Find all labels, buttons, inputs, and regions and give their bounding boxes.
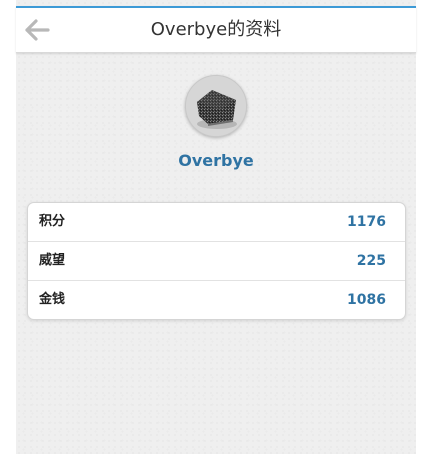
profile-page: Overbye的资料 Overbye 积分 1176 威望 225 金钱 108… [16, 0, 416, 454]
stat-label: 威望 [39, 253, 66, 268]
avatar[interactable] [185, 75, 247, 137]
stat-row-money: 金钱 1086 [28, 280, 405, 319]
stat-row-prestige: 威望 225 [28, 241, 405, 280]
stat-value: 1086 [347, 292, 386, 308]
header-bar: Overbye的资料 [16, 6, 416, 53]
stat-value: 1176 [347, 214, 386, 230]
stat-value: 225 [356, 253, 386, 269]
stat-label: 金钱 [39, 292, 66, 307]
username[interactable]: Overbye [16, 151, 416, 170]
stat-row-points: 积分 1176 [28, 203, 405, 241]
stats-card: 积分 1176 威望 225 金钱 1086 [27, 202, 406, 320]
stat-label: 积分 [39, 214, 66, 229]
page-title: Overbye的资料 [150, 19, 282, 40]
